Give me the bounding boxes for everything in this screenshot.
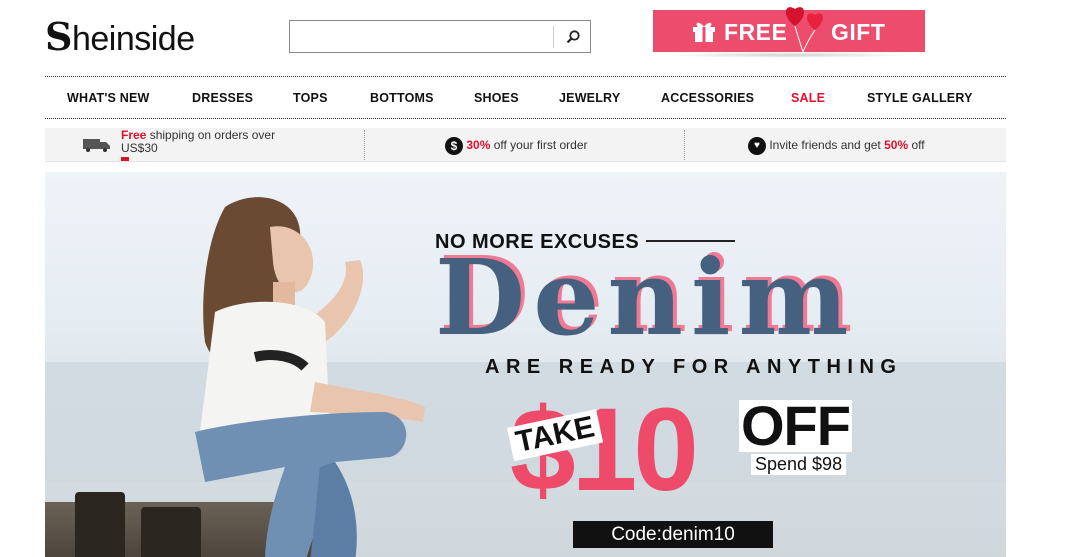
search-input[interactable] <box>294 25 550 49</box>
nav-item-jewelry[interactable]: JEWELRY <box>559 91 620 105</box>
gift-word-gift: GIFT <box>831 19 886 45</box>
shipping-overflow-mark <box>121 157 129 161</box>
nav-item-style-gallery[interactable]: STYLE GALLERY <box>867 91 973 105</box>
search-icon <box>566 29 580 43</box>
model-photo <box>195 197 425 557</box>
promo-shipping[interactable]: Free shipping on orders over US$30 <box>83 128 363 161</box>
promo-strip: Free shipping on orders over US$30 $ 30%… <box>45 128 1006 162</box>
main-nav: WHAT'S NEW DRESSES TOPS BOTTOMS SHOES JE… <box>45 76 1006 119</box>
logo-text: heinside <box>71 20 195 58</box>
dollar-circle-icon: $ <box>445 136 463 155</box>
nav-item-accessories[interactable]: ACCESSORIES <box>661 91 754 105</box>
logo-initial: S <box>45 14 72 59</box>
shipping-text: shipping on orders over <box>146 128 276 142</box>
search-box <box>289 20 591 53</box>
promo-code: Code:denim10 <box>573 521 773 548</box>
gift-box-icon <box>693 22 715 42</box>
first-order-highlight: 30% <box>466 138 491 152</box>
site-logo[interactable]: Sheinside <box>45 14 195 59</box>
gift-banner-shadow <box>663 52 915 58</box>
invite-text: Invite friends and get <box>769 138 885 152</box>
spend-threshold: Spend $98 <box>751 454 847 475</box>
banner-subtitle: ARE READY FOR ANYTHING <box>485 356 903 378</box>
strip-divider <box>684 130 685 160</box>
nav-item-bottoms[interactable]: BOTTOMS <box>370 91 434 105</box>
search-button[interactable] <box>554 21 591 52</box>
nav-item-dresses[interactable]: DRESSES <box>192 91 253 105</box>
invite-suffix: off <box>908 138 925 152</box>
nav-item-sale[interactable]: SALE <box>791 91 825 105</box>
heart-circle-icon: ♥ <box>748 136 766 155</box>
shipping-amount: US$30 <box>121 141 158 155</box>
heart-balloons-icon <box>785 7 823 53</box>
off-label: OFF <box>739 394 852 457</box>
truck-icon <box>83 139 110 152</box>
hero-banner[interactable]: NO MORE EXCUSES Denim ARE READY FOR ANYT… <box>45 172 1006 557</box>
banner-title: Denim <box>435 236 857 359</box>
promo-first-order[interactable]: $ 30% off your first order <box>445 128 705 161</box>
nav-item-whats-new[interactable]: WHAT'S NEW <box>67 91 150 105</box>
invite-highlight: 50% <box>884 138 909 152</box>
nav-item-shoes[interactable]: SHOES <box>474 91 519 105</box>
promo-invite[interactable]: ♥ Invite friends and get 50% off <box>748 128 998 161</box>
strip-divider <box>364 130 365 160</box>
first-order-text: off your first order <box>490 138 588 152</box>
free-gift-banner[interactable]: FREE GIFT <box>653 7 925 53</box>
nav-item-tops[interactable]: TOPS <box>293 91 328 105</box>
shipping-highlight: Free <box>121 128 147 142</box>
